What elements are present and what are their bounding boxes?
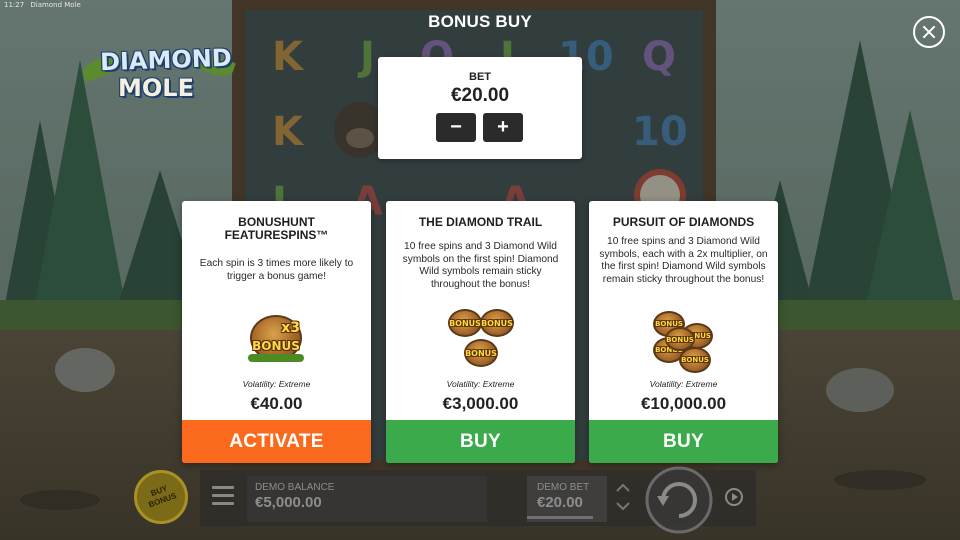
buy-bonus-label: BUY BONUS — [135, 478, 187, 513]
art-bonus-text: BONUS — [481, 319, 513, 328]
spin-arrow-icon — [645, 466, 713, 534]
close-button[interactable] — [913, 16, 945, 48]
card-title: THE DIAMOND TRAIL — [394, 216, 567, 229]
logo-word-2: MOLE — [118, 74, 194, 102]
card-title: BONUSHUNT FEATURESPINS™ — [190, 216, 363, 242]
card-volatility: Volatility: Extreme — [649, 379, 718, 389]
status-time: 11:27 — [4, 1, 25, 9]
card-title-line-2: FEATURESPINS™ — [224, 228, 329, 242]
x3-bonus-icon: x3 BONUS — [246, 307, 308, 363]
card-title-line-1: PURSUIT OF DIAMONDS — [612, 215, 755, 229]
card-price: €40.00 — [250, 394, 303, 413]
chevron-down-icon[interactable] — [614, 498, 632, 514]
card-title-line-1: THE DIAMOND TRAIL — [418, 215, 543, 229]
chevron-up-icon[interactable] — [614, 480, 632, 496]
increase-bet-button[interactable]: + — [483, 113, 523, 142]
buy-button[interactable]: BUY — [589, 420, 778, 463]
balance-value: €5,000.00 — [255, 494, 322, 511]
bet-underline — [527, 516, 593, 519]
art-multiplier: x3 — [281, 320, 300, 336]
bet-stepper: − + — [436, 113, 524, 142]
spin-button[interactable] — [641, 466, 717, 534]
bonus-card-pursuit-of-diamonds: PURSUIT OF DIAMONDS 10 free spins and 3 … — [589, 201, 778, 463]
balance-label: DEMO BALANCE — [255, 482, 335, 493]
status-bar: 11:27 Diamond Mole — [4, 1, 85, 9]
demo-bet-label: DEMO BET — [537, 482, 590, 493]
buy-button[interactable]: BUY — [386, 420, 575, 463]
card-description: 10 free spins and 3 Diamond Wild symbols… — [599, 236, 768, 285]
bonus-card-bonushunt: BONUSHUNT FEATURESPINS™ Each spin is 3 t… — [182, 201, 371, 463]
logo-word-1: DIAMOND — [99, 43, 233, 77]
bet-label: BET — [469, 71, 491, 83]
decrease-bet-button[interactable]: − — [436, 113, 476, 142]
card-title: PURSUIT OF DIAMONDS — [597, 216, 770, 229]
card-price: €3,000.00 — [442, 394, 519, 413]
activate-button[interactable]: ACTIVATE — [182, 420, 371, 463]
bonus-card-diamond-trail: THE DIAMOND TRAIL 10 free spins and 3 Di… — [386, 201, 575, 463]
game-logo: DIAMOND MOLE — [80, 38, 236, 108]
buy-bonus-button[interactable]: BUY BONUS — [134, 470, 188, 524]
demo-bet-value: €20.00 — [537, 494, 583, 511]
art-bonus-text: BONUS — [666, 336, 694, 344]
art-bonus-text: BONUS — [252, 339, 300, 353]
autoplay-icon[interactable] — [724, 487, 744, 507]
card-volatility: Volatility: Extreme — [446, 379, 515, 389]
art-bonus-text: BONUS — [465, 349, 497, 358]
bonus-badges-icon: BONUS BONUS BONUS BONUS BONUS — [651, 309, 717, 375]
bet-value: €20.00 — [450, 85, 510, 106]
hamburger-menu-icon[interactable] — [212, 486, 234, 506]
card-description: Each spin is 3 times more likely to trig… — [199, 258, 354, 282]
bet-panel: BET €20.00 − + — [378, 57, 582, 159]
bonus-badges-icon: BONUS BONUS BONUS — [446, 307, 516, 371]
art-bonus-text: BONUS — [449, 319, 481, 328]
card-price: €10,000.00 — [640, 394, 727, 413]
card-description: 10 free spins and 3 Diamond Wild symbols… — [402, 241, 559, 290]
art-bonus-text: BONUS — [681, 356, 709, 364]
page-title: BONUS BUY — [428, 12, 532, 31]
status-app-name: Diamond Mole — [30, 1, 81, 9]
card-volatility: Volatility: Extreme — [242, 379, 311, 389]
